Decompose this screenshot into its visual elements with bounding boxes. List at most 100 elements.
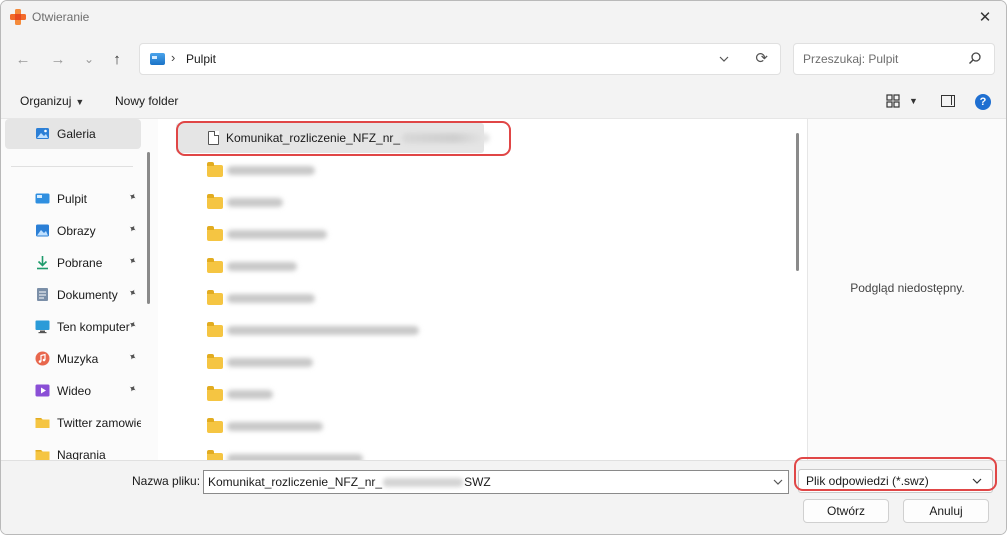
filename-value: Komunikat_rozliczenie_NFZ_nr_ SWZ	[208, 475, 491, 489]
annotation-highlight-filetype	[794, 457, 997, 491]
preview-pane: Podgląd niedostępny.	[807, 119, 1006, 460]
redacted-folder-name	[227, 294, 315, 303]
caret-down-icon: ▼	[75, 97, 85, 107]
organize-button[interactable]: Organizuj ▼	[20, 94, 84, 108]
filename-input[interactable]: Komunikat_rozliczenie_NFZ_nr_ SWZ	[203, 470, 789, 494]
recent-locations-button[interactable]: ⌄	[77, 47, 101, 71]
arrow-left-icon: ←	[15, 50, 31, 68]
navigation-pane: Galeria Pulpit ✦ Obrazy ✦ Pobrane ✦ Doku…	[1, 119, 156, 460]
window-title: Otwieranie	[32, 10, 90, 24]
redacted-text	[383, 478, 464, 487]
redacted-folder-name	[227, 326, 419, 335]
close-button[interactable]: ✕	[964, 1, 1006, 33]
sidebar-item-documents[interactable]: Dokumenty ✦	[5, 280, 141, 310]
app-cross-icon	[10, 9, 26, 25]
chevron-down-icon[interactable]	[772, 475, 784, 489]
open-button-label: Otwórz	[826, 504, 865, 518]
new-folder-button[interactable]: Nowy folder	[115, 94, 178, 108]
command-bar: Organizuj ▼ Nowy folder ▼ ?	[1, 85, 1006, 119]
title-bar[interactable]: Otwieranie ✕	[1, 1, 1006, 33]
chevron-down-icon: ⌄	[83, 52, 95, 66]
download-icon	[37, 256, 48, 270]
folder-item[interactable]	[190, 347, 490, 377]
sidebar-item-recordings[interactable]: Nagrania	[5, 440, 141, 460]
folder-item[interactable]	[190, 411, 490, 441]
sidebar-item-pictures[interactable]: Obrazy ✦	[5, 216, 141, 246]
address-bar[interactable]: › Pulpit ⟳	[139, 43, 781, 75]
sidebar-item-downloads[interactable]: Pobrane ✦	[5, 248, 141, 278]
sidebar-item-label: Twitter zamowienia	[57, 416, 141, 430]
sidebar-item-twitter-orders[interactable]: Twitter zamowienia	[5, 408, 141, 438]
sidebar-item-this-pc[interactable]: Ten komputer ✦	[5, 312, 141, 342]
chevron-down-icon[interactable]	[718, 51, 730, 67]
folder-icon	[207, 322, 223, 337]
breadcrumb-desktop[interactable]: Pulpit	[186, 52, 216, 66]
folder-icon	[207, 450, 223, 460]
filename-label: Nazwa pliku:	[132, 474, 201, 488]
sidebar-scrollbar[interactable]	[147, 152, 150, 304]
folder-item[interactable]	[190, 251, 490, 281]
folder-item[interactable]	[190, 155, 490, 185]
preview-unavailable-text: Podgląd niedostępny.	[850, 281, 965, 295]
redacted-folder-name	[227, 390, 273, 399]
folder-icon	[207, 194, 223, 209]
sidebar-item-label: Nagrania	[57, 448, 106, 460]
breadcrumb-chevron-icon[interactable]: ›	[171, 50, 175, 65]
open-button[interactable]: Otwórz	[803, 499, 889, 523]
video-icon	[35, 384, 50, 397]
forward-button[interactable]: →	[46, 47, 70, 71]
folder-icon	[207, 290, 223, 305]
search-icon	[969, 52, 981, 64]
cancel-button-label: Anuluj	[929, 504, 963, 518]
folder-icon	[35, 450, 50, 460]
file-list-scrollbar[interactable]	[796, 133, 799, 271]
back-button[interactable]: ←	[11, 47, 35, 71]
filename-suffix: SWZ	[464, 475, 491, 489]
open-file-dialog: Otwieranie ✕ ← → ⌄ ↑ › Pulpit ⟳ Przeszuk…	[0, 0, 1007, 535]
folder-item[interactable]	[190, 219, 490, 249]
refresh-icon[interactable]: ⟳	[755, 49, 768, 67]
file-list: Komunikat_rozliczenie_NFZ_nr_	[158, 119, 807, 460]
help-icon[interactable]: ?	[975, 94, 991, 110]
folder-item[interactable]	[190, 379, 490, 409]
sidebar-item-label: Galeria	[57, 127, 96, 141]
annotation-highlight-file	[176, 121, 511, 156]
new-folder-label: Nowy folder	[115, 94, 179, 108]
folder-icon	[207, 386, 223, 401]
search-placeholder: Przeszukaj: Pulpit	[803, 52, 899, 66]
sidebar-item-videos[interactable]: Wideo ✦	[5, 376, 141, 406]
folder-item[interactable]	[190, 443, 490, 460]
organize-label: Organizuj	[20, 94, 72, 108]
folder-icon	[207, 418, 223, 433]
computer-icon	[35, 320, 50, 334]
sidebar-item-music[interactable]: Muzyka ✦	[5, 344, 141, 374]
redacted-folder-name	[227, 166, 315, 175]
folder-icon	[207, 354, 223, 369]
desktop-icon	[35, 193, 50, 204]
folder-item[interactable]	[190, 283, 490, 313]
close-icon: ✕	[978, 9, 992, 26]
folder-icon	[207, 226, 223, 241]
view-grid-icon[interactable]	[886, 94, 900, 108]
arrow-up-icon: ↑	[113, 50, 121, 68]
up-button[interactable]: ↑	[105, 47, 129, 71]
gallery-icon	[36, 128, 49, 139]
search-input[interactable]: Przeszukaj: Pulpit	[793, 43, 995, 75]
folder-icon	[207, 258, 223, 273]
sidebar-item-gallery[interactable]: Galeria	[5, 119, 141, 149]
desktop-icon	[150, 53, 165, 65]
sidebar-divider	[11, 166, 133, 167]
folder-item[interactable]	[190, 187, 490, 217]
folder-item[interactable]	[190, 315, 490, 345]
documents-icon	[37, 288, 48, 301]
view-caret-down-icon[interactable]: ▼	[909, 96, 918, 106]
preview-pane-icon[interactable]	[941, 95, 955, 107]
pictures-icon	[36, 224, 49, 237]
music-icon	[35, 351, 50, 366]
sidebar-item-desktop[interactable]: Pulpit ✦	[5, 184, 141, 214]
cancel-button[interactable]: Anuluj	[903, 499, 989, 523]
arrow-right-icon: →	[50, 50, 66, 68]
redacted-folder-name	[227, 358, 313, 367]
redacted-folder-name	[227, 230, 327, 239]
filename-prefix: Komunikat_rozliczenie_NFZ_nr_	[208, 475, 383, 489]
